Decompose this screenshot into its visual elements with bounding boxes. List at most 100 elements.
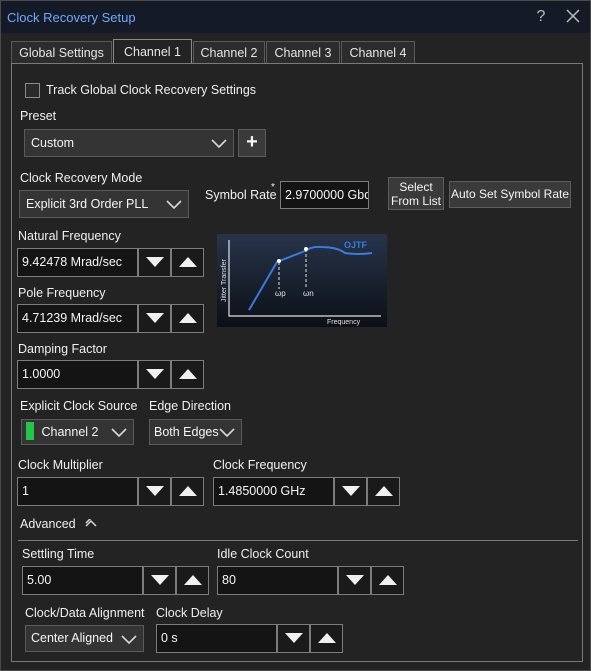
mode-value: Explicit 3rd Order PLL	[26, 197, 149, 211]
arrow-down-icon	[146, 313, 164, 323]
tab-channel-1[interactable]: Channel 1	[113, 39, 192, 63]
track-global-label: Track Global Clock Recovery Settings	[46, 83, 257, 97]
pole-frequency-increment[interactable]	[171, 304, 204, 333]
damping-factor-label: Damping Factor	[18, 342, 107, 356]
clock-delay-decrement[interactable]	[277, 624, 310, 653]
preset-value: Custom	[31, 136, 75, 150]
arrow-down-icon	[151, 575, 169, 585]
preset-label: Preset	[20, 109, 57, 123]
title-bar: Clock Recovery Setup ?	[1, 1, 590, 33]
idle-clock-count-label: Idle Clock Count	[217, 547, 309, 561]
alignment-value: Center Aligned	[31, 631, 114, 645]
select-from-list-button[interactable]: Select From List	[388, 177, 444, 210]
arrow-up-icon	[318, 633, 336, 643]
chevron-down-icon	[211, 139, 227, 148]
advanced-toggle[interactable]: Advanced	[20, 517, 97, 533]
idle-clock-count-increment[interactable]	[371, 566, 404, 595]
symbol-rate-asterisk: *	[271, 182, 275, 193]
natural-frequency-label: Natural Frequency	[18, 229, 121, 243]
close-icon	[566, 9, 580, 23]
tab-channel-3[interactable]: Channel 3	[266, 41, 340, 64]
pole-frequency-input[interactable]: 4.71239 Mrad/sec	[17, 304, 138, 333]
natural-frequency-input[interactable]: 9.42478 Mrad/sec	[17, 248, 138, 277]
jitter-transfer-axis-label: Jitter Transfer	[221, 259, 228, 302]
clock-multiplier-input[interactable]: 1	[17, 477, 138, 506]
alignment-dropdown[interactable]: Center Aligned	[25, 625, 144, 652]
chevron-down-icon	[166, 200, 182, 209]
arrow-down-icon	[285, 633, 303, 643]
preset-dropdown[interactable]: Custom	[24, 129, 234, 157]
close-button[interactable]	[562, 9, 584, 28]
channel-color-swatch	[26, 422, 34, 440]
settling-time-increment[interactable]	[176, 566, 209, 595]
clock-delay-input[interactable]: 0 s	[156, 624, 277, 653]
tab-channel-4[interactable]: Channel 4	[341, 41, 415, 64]
damping-factor-increment[interactable]	[171, 360, 204, 389]
ojtf-label: OJTF	[344, 240, 368, 250]
select-from-list-line2: From List	[390, 194, 441, 208]
arrow-down-icon	[342, 486, 360, 496]
advanced-separator	[18, 540, 578, 541]
add-preset-button[interactable]: +	[238, 129, 266, 157]
edge-direction-dropdown[interactable]: Both Edges	[149, 419, 242, 445]
symbol-rate-label: Symbol Rate	[205, 188, 277, 202]
damping-factor-decrement[interactable]	[138, 360, 171, 389]
omega-p-label: ωp	[275, 289, 286, 298]
arrow-up-icon	[179, 486, 197, 496]
mode-dropdown[interactable]: Explicit 3rd Order PLL	[19, 190, 189, 218]
clock-multiplier-label: Clock Multiplier	[18, 458, 103, 472]
arrow-up-icon	[179, 369, 197, 379]
clock-frequency-input[interactable]: 1.4850000 GHz	[213, 477, 334, 506]
clock-frequency-increment[interactable]	[367, 477, 400, 506]
settling-time-label: Settling Time	[22, 547, 95, 561]
help-button[interactable]: ?	[530, 8, 552, 26]
settling-time-decrement[interactable]	[143, 566, 176, 595]
omega-n-label: ωn	[303, 289, 314, 298]
symbol-rate-input[interactable]: 2.9700000 Gbd	[280, 181, 369, 209]
explicit-clock-source-value: Channel 2	[41, 425, 99, 439]
clock-multiplier-increment[interactable]	[171, 477, 204, 506]
omega-n-point	[304, 247, 308, 251]
frequency-axis-label: Frequency	[327, 319, 361, 326]
dialog-title: Clock Recovery Setup	[7, 10, 136, 25]
chevron-up-icon	[85, 517, 97, 527]
advanced-label: Advanced	[20, 517, 76, 531]
clock-recovery-dialog: Clock Recovery Setup ? Global Settings C…	[0, 0, 591, 671]
chevron-down-icon	[121, 635, 137, 644]
natural-frequency-increment[interactable]	[171, 248, 204, 277]
chevron-down-icon	[111, 428, 127, 437]
tab-global-settings[interactable]: Global Settings	[11, 41, 112, 64]
idle-clock-count-input[interactable]: 80	[217, 566, 338, 595]
natural-frequency-decrement[interactable]	[138, 248, 171, 277]
damping-factor-input[interactable]: 1.0000	[17, 360, 138, 389]
tab-channel-2[interactable]: Channel 2	[193, 41, 265, 64]
clock-frequency-label: Clock Frequency	[213, 458, 307, 472]
pole-frequency-label: Pole Frequency	[18, 286, 106, 300]
settling-time-input[interactable]: 5.00	[22, 566, 143, 595]
mode-label: Clock Recovery Mode	[20, 171, 143, 185]
explicit-clock-source-label: Explicit Clock Source	[20, 399, 138, 413]
edge-direction-label: Edge Direction	[149, 399, 231, 413]
clock-multiplier-decrement[interactable]	[138, 477, 171, 506]
clock-frequency-decrement[interactable]	[334, 477, 367, 506]
chevron-down-icon	[219, 428, 235, 437]
clock-delay-increment[interactable]	[310, 624, 343, 653]
arrow-up-icon	[179, 313, 197, 323]
jitter-transfer-graph: OJTF ωp ωn Frequency Jitter Transfer	[217, 234, 387, 327]
idle-clock-count-decrement[interactable]	[338, 566, 371, 595]
clock-delay-label: Clock Delay	[156, 606, 223, 620]
explicit-clock-source-dropdown[interactable]: Channel 2	[21, 419, 134, 445]
track-global-checkbox[interactable]	[25, 83, 40, 98]
arrow-up-icon	[184, 575, 202, 585]
alignment-label: Clock/Data Alignment	[25, 606, 145, 620]
arrow-down-icon	[346, 575, 364, 585]
auto-set-symbol-rate-button[interactable]: Auto Set Symbol Rate	[449, 181, 571, 208]
edge-direction-value: Both Edges	[154, 425, 219, 439]
arrow-down-icon	[146, 486, 164, 496]
pole-frequency-decrement[interactable]	[138, 304, 171, 333]
arrow-up-icon	[179, 257, 197, 267]
arrow-down-icon	[146, 369, 164, 379]
select-from-list-line1: Select	[399, 180, 433, 194]
arrow-down-icon	[146, 257, 164, 267]
omega-p-point	[277, 259, 281, 263]
